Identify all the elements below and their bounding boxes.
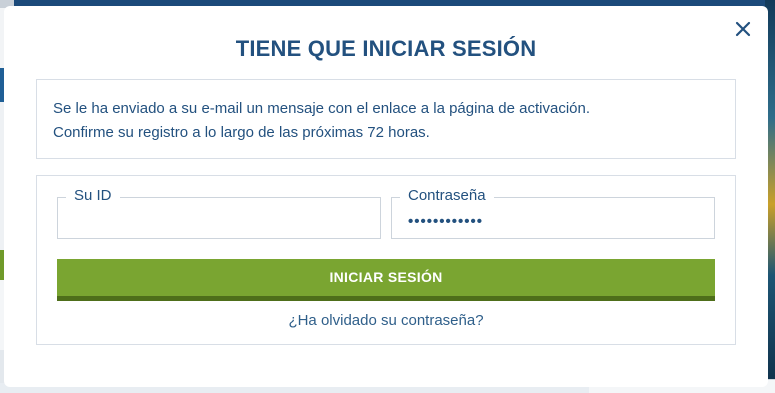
password-label: Contraseña	[400, 186, 494, 206]
login-modal: TIENE QUE INICIAR SESIÓN Se le ha enviad…	[4, 6, 768, 387]
info-line-1: Se le ha enviado a su e-mail un mensaje …	[53, 100, 591, 117]
id-label: Su ID	[66, 186, 120, 206]
info-line-2: Confirme su registro a lo largo de las p…	[53, 124, 430, 141]
forgot-password-link[interactable]: ¿Ha olvidado su contraseña?	[37, 312, 735, 329]
login-form: Su ID •••••••••••• Contraseña INICIAR SE…	[36, 175, 736, 345]
modal-title: TIENE QUE INICIAR SESIÓN	[235, 36, 537, 61]
activation-info-box: Se le ha enviado a su e-mail un mensaje …	[36, 79, 736, 159]
password-input[interactable]: ••••••••••••	[408, 213, 483, 230]
login-button[interactable]: INICIAR SESIÓN	[57, 259, 715, 301]
password-field[interactable]: •••••••••••• Contraseña	[391, 186, 715, 239]
id-field[interactable]: Su ID	[57, 186, 381, 239]
